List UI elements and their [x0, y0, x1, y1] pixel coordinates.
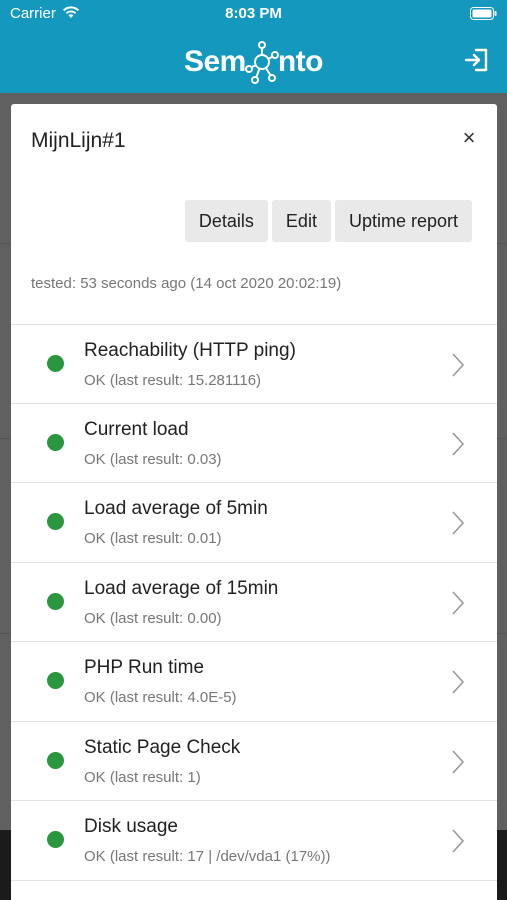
- details-button[interactable]: Details: [184, 200, 268, 242]
- action-buttons: Details Edit Uptime report: [184, 200, 472, 242]
- chevron-right-icon: [452, 590, 465, 615]
- list-item[interactable]: Current load OK (last result: 0.03): [11, 404, 497, 483]
- edit-button[interactable]: Edit: [271, 200, 331, 242]
- app-screen: Carrier 8:03 PM Sem nto MijnLijn#1 × Det…: [0, 0, 507, 900]
- logout-icon[interactable]: [463, 47, 489, 73]
- check-name: PHP Run time: [84, 657, 205, 678]
- check-name: Current load: [84, 418, 189, 440]
- chevron-right-icon: [452, 670, 465, 694]
- status-ok-icon: [47, 831, 64, 848]
- check-result: OK (last result: 0.03): [84, 450, 222, 468]
- logo-text-left: Sem: [183, 45, 246, 78]
- clock: 8:03 PM: [225, 5, 282, 22]
- check-result: OK (last result: 1): [84, 768, 201, 786]
- check-details-modal: MijnLijn#1 × Details Edit Uptime report …: [11, 104, 497, 900]
- check-name: Static Page Check: [84, 736, 241, 758]
- list-item[interactable]: Disk usage OK (last result: 17 | /dev/vd…: [11, 801, 497, 881]
- status-ok-icon: [47, 592, 64, 610]
- chevron-right-icon: [452, 749, 465, 774]
- check-name: Disk usage: [84, 816, 178, 837]
- battery-icon: [470, 7, 497, 20]
- status-ok-icon: [47, 672, 64, 689]
- list-item[interactable]: Load average of 5min OK (last result: 0.…: [11, 483, 497, 563]
- list-item[interactable]: Static Page Check OK (last result: 1): [11, 722, 497, 801]
- chevron-right-icon: [452, 829, 465, 853]
- chevron-right-icon: [452, 431, 465, 456]
- app-header: Carrier 8:03 PM Sem nto: [0, 0, 507, 93]
- last-tested-text: tested: 53 seconds ago (14 oct 2020 20:0…: [31, 275, 342, 292]
- status-bar: Carrier 8:03 PM: [0, 0, 507, 28]
- list-item[interactable]: PHP Run time OK (last result: 4.0E-5): [11, 642, 497, 722]
- check-result: OK (last result: 17 | /dev/vda1 (17%)): [84, 848, 331, 865]
- check-result: OK (last result: 0.01): [84, 530, 222, 547]
- check-result: OK (last result: 15.281116): [84, 372, 262, 389]
- check-result: OK (last result: 0.00): [84, 609, 222, 627]
- check-name: Reachability (HTTP ping): [84, 340, 296, 361]
- close-button[interactable]: ×: [457, 124, 481, 152]
- check-result: OK (last result: 4.0E-5): [84, 689, 237, 706]
- status-ok-icon: [47, 513, 64, 530]
- network-node-icon: [244, 41, 279, 84]
- status-ok-icon: [47, 433, 64, 451]
- status-ok-icon: [47, 751, 64, 769]
- status-ok-icon: [47, 355, 64, 372]
- chevron-right-icon: [452, 353, 465, 377]
- uptime-report-button[interactable]: Uptime report: [334, 200, 472, 242]
- logo-text-right: nto: [277, 45, 324, 78]
- list-item[interactable]: Load average of 15min OK (last result: 0…: [11, 563, 497, 642]
- list-item[interactable]: Reachability (HTTP ping) OK (last result…: [11, 324, 497, 404]
- modal-title: MijnLijn#1: [31, 129, 126, 152]
- chevron-right-icon: [452, 511, 465, 535]
- check-list: Reachability (HTTP ping) OK (last result…: [11, 324, 497, 881]
- check-name: Load average of 15min: [84, 577, 279, 599]
- check-name: Load average of 5min: [84, 498, 268, 519]
- semonto-logo: Sem nto: [0, 40, 507, 84]
